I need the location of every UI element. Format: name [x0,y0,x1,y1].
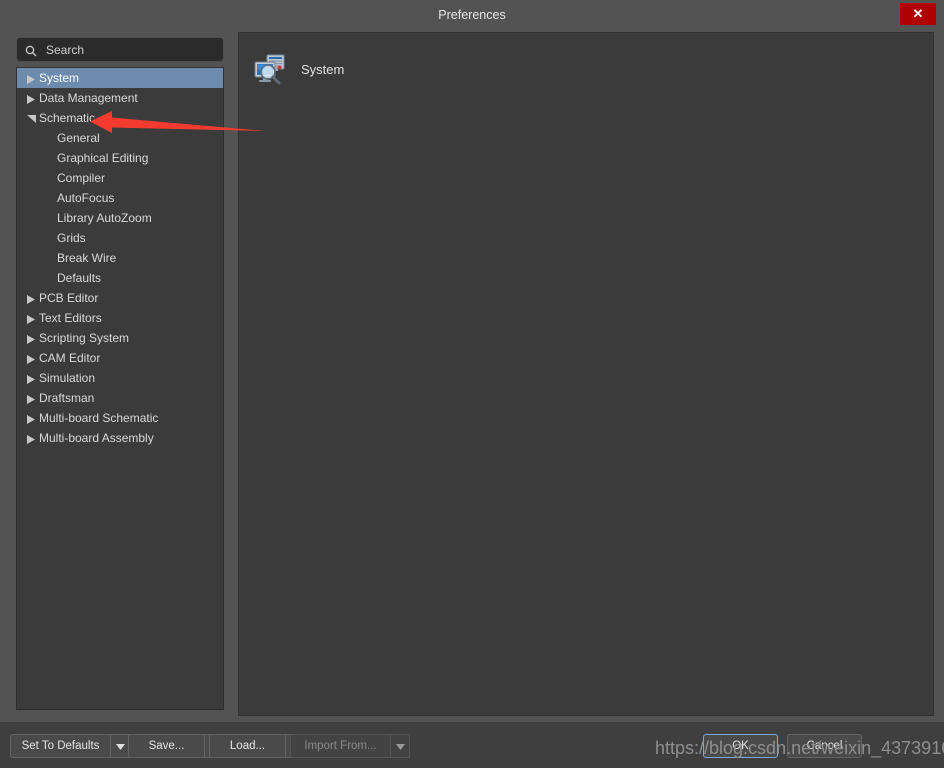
tree-item-label: Library AutoZoom [57,211,152,225]
tree-item-label: Text Editors [39,311,102,325]
content-item-label: System [301,62,345,77]
tree-item-label: PCB Editor [39,291,99,305]
close-button[interactable]: ✕ [900,3,936,25]
tree-item-multi-board-assembly[interactable]: Multi-board Assembly [17,428,223,448]
chevron-right-icon[interactable] [25,408,37,428]
tree-item-pcb-editor[interactable]: PCB Editor [17,288,223,308]
tree-item-label: Break Wire [57,251,117,265]
import-from-dropdown-arrow[interactable] [390,734,410,758]
load-button[interactable]: Load... [209,734,285,758]
search-input[interactable] [44,38,223,63]
tree-item-label: Simulation [39,371,96,385]
chevron-right-icon[interactable] [25,68,37,88]
chevron-right-icon[interactable] [25,288,37,308]
tree-item-cam-editor[interactable]: CAM Editor [17,348,223,368]
ok-button[interactable]: OK [703,734,778,758]
chevron-right-icon[interactable] [25,388,37,408]
tree-item-label: Draftsman [39,391,95,405]
system-monitor-magnifier-icon [253,53,287,87]
save-button[interactable]: Save... [128,734,204,758]
tree-item-label: Defaults [57,271,102,285]
search-icon [25,44,37,57]
tree-item-simulation[interactable]: Simulation [17,368,223,388]
chevron-right-icon[interactable] [25,428,37,448]
pane-divider[interactable] [232,32,236,716]
tree-item-schematic[interactable]: Schematic [17,108,223,128]
chevron-right-icon[interactable] [25,348,37,368]
title-bar: Preferences ✕ [0,0,944,30]
preferences-dialog: Preferences ✕ System Data Management Schem… [0,0,944,768]
tree-item-label: Data Management [39,91,138,105]
button-bar: Set To Defaults Save... Load... Import F… [0,722,944,768]
content-pane: System [238,32,934,716]
set-to-defaults-dropdown-arrow[interactable] [110,734,130,758]
tree-item-system[interactable]: System [17,68,223,88]
import-from-button[interactable]: Import From... [290,734,390,758]
left-pane: System Data Management Schematic General Gra… [10,32,232,716]
tree-item-multi-board-schematic[interactable]: Multi-board Schematic [17,408,223,428]
tree-item-compiler[interactable]: Compiler [17,168,223,188]
tree-item-label: System [39,71,80,85]
tree-item-label: Grids [57,231,86,245]
chevron-right-icon[interactable] [25,88,37,108]
preferences-tree[interactable]: System Data Management Schematic General Gra… [16,67,224,710]
tree-item-text-editors[interactable]: Text Editors [17,308,223,328]
tree-item-autofocus[interactable]: AutoFocus [17,188,223,208]
tree-item-break-wire[interactable]: Break Wire [17,248,223,268]
tree-item-label: Multi-board Assembly [39,431,154,445]
tree-item-label: Compiler [57,171,106,185]
search-box[interactable] [16,37,224,63]
tree-item-general[interactable]: General [17,128,223,148]
tree-item-library-autozoom[interactable]: Library AutoZoom [17,208,223,228]
tree-item-label: Graphical Editing [57,151,149,165]
tree-item-grids[interactable]: Grids [17,228,223,248]
tree-item-data-management[interactable]: Data Management [17,88,223,108]
tree-item-draftsman[interactable]: Draftsman [17,388,223,408]
chevron-right-icon[interactable] [25,368,37,388]
tree-item-label: General [57,131,100,145]
tree-item-scripting-system[interactable]: Scripting System [17,328,223,348]
chevron-right-icon[interactable] [25,328,37,348]
chevron-right-icon[interactable] [25,308,37,328]
tree-item-label: Scripting System [39,331,130,345]
tree-item-label: CAM Editor [39,351,101,365]
window-title: Preferences [438,8,506,22]
tree-item-defaults[interactable]: Defaults [17,268,223,288]
tree-item-label: Multi-board Schematic [39,411,159,425]
set-to-defaults-button[interactable]: Set To Defaults [10,734,110,758]
cancel-button[interactable]: Cancel [787,734,862,758]
tree-item-label: AutoFocus [57,191,115,205]
tree-item-label: Schematic [39,111,96,125]
tree-item-graphical-editing[interactable]: Graphical Editing [17,148,223,168]
chevron-down-icon[interactable] [25,108,37,128]
